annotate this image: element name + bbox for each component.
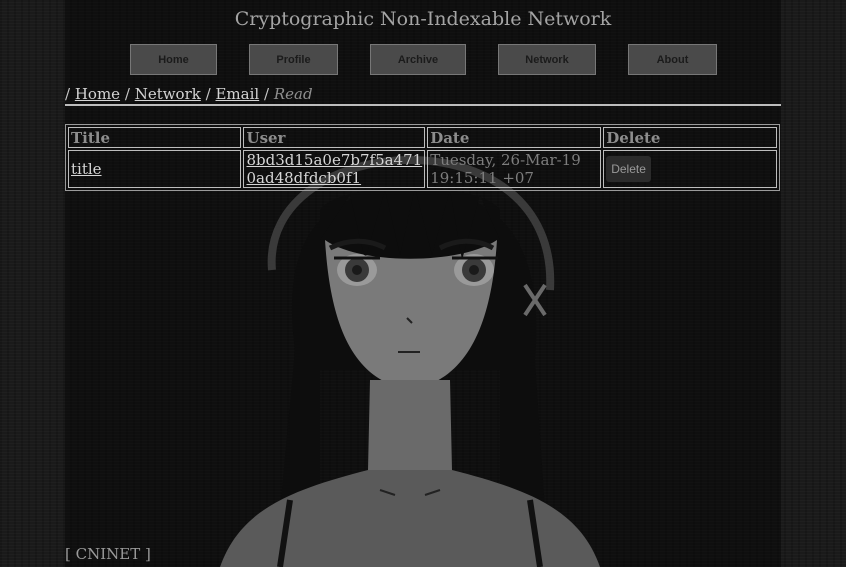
- column-header-user: User: [243, 127, 426, 148]
- breadcrumb-separator: /: [65, 85, 71, 103]
- header-divider: [65, 104, 781, 106]
- title-cell: title: [68, 150, 242, 188]
- date-line-2: 19:15:11 +07: [430, 169, 534, 187]
- date-cell: Tuesday, 26-Mar-19 19:15:11 +07: [427, 150, 602, 188]
- email-title-link[interactable]: title: [71, 160, 102, 178]
- email-table: Title User Date Delete title 8bd3d15a0e7…: [65, 124, 780, 191]
- breadcrumb-separator: /: [263, 85, 270, 103]
- nav-network-button[interactable]: Network: [498, 44, 596, 75]
- table-row: title 8bd3d15a0e7b7f5a471 0ad48dfdcb0f1 T…: [68, 150, 777, 188]
- table-header-row: Title User Date Delete: [68, 127, 777, 148]
- breadcrumb-home-link[interactable]: Home: [75, 85, 120, 103]
- date-line-1: Tuesday, 26-Mar-19: [430, 151, 581, 169]
- user-line-1: 8bd3d15a0e7b7f5a471: [246, 151, 423, 169]
- user-line-2: 0ad48dfdcb0f1: [246, 169, 362, 187]
- column-header-title: Title: [68, 127, 242, 148]
- nav-profile-button[interactable]: Profile: [249, 44, 338, 75]
- breadcrumb-current: Read: [273, 85, 313, 103]
- site-title: Cryptographic Non-Indexable Network: [234, 8, 612, 30]
- delete-button[interactable]: Delete: [606, 156, 651, 182]
- delete-cell: Delete: [603, 150, 777, 188]
- column-header-delete: Delete: [603, 127, 777, 148]
- user-cell: 8bd3d15a0e7b7f5a471 0ad48dfdcb0f1: [243, 150, 426, 188]
- breadcrumb-network-link[interactable]: Network: [135, 85, 201, 103]
- email-user-link[interactable]: 8bd3d15a0e7b7f5a471 0ad48dfdcb0f1: [246, 151, 422, 187]
- breadcrumb-separator: /: [205, 85, 211, 103]
- breadcrumb-email-link[interactable]: Email: [215, 85, 259, 103]
- nav-archive-button[interactable]: Archive: [370, 44, 466, 75]
- nav-home-button[interactable]: Home: [130, 44, 217, 75]
- column-header-date: Date: [427, 127, 602, 148]
- footer-text: [ CNINET ]: [65, 545, 151, 563]
- nav-about-button[interactable]: About: [628, 44, 717, 75]
- breadcrumb-separator: /: [124, 85, 130, 103]
- breadcrumb: / Home / Network / Email / Read: [65, 85, 313, 103]
